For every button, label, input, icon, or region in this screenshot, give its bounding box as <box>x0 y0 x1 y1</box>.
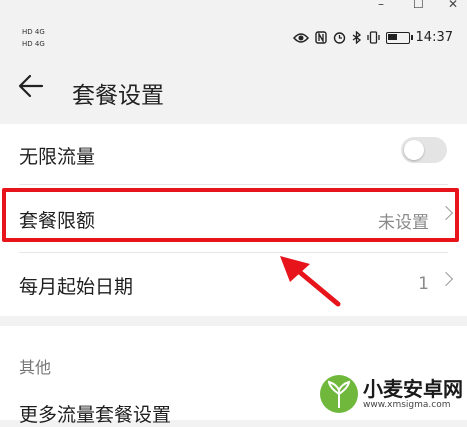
more-packages-label[interactable]: 更多流量套餐设置 <box>19 400 171 427</box>
window-title-bar: – ☐ ✕ <box>0 0 467 14</box>
watermark: 小麦安卓网 www.xmsigma.com <box>319 374 463 414</box>
section-title-other: 其他 <box>19 358 52 377</box>
eye-icon <box>292 32 309 43</box>
battery-icon <box>385 31 413 44</box>
start-date-label: 每月起始日期 <box>19 276 134 298</box>
arrow-left-icon <box>18 74 44 98</box>
page-title: 套餐设置 <box>72 83 164 109</box>
bluetooth-icon <box>352 31 361 44</box>
divider <box>19 184 448 185</box>
watermark-url: www.xmsigma.com <box>363 399 451 410</box>
nfc-icon <box>314 31 327 44</box>
status-icons: 14:37 <box>292 30 453 45</box>
unlimited-data-row[interactable]: 无限流量 <box>0 124 467 190</box>
back-button[interactable] <box>18 72 44 105</box>
vibrate-icon <box>366 31 380 44</box>
start-date-value: 1 <box>418 274 429 294</box>
alarm-icon <box>333 32 345 44</box>
chevron-right-icon <box>438 271 454 287</box>
signal-strength-2: HD 4G <box>22 40 45 48</box>
minimize-button[interactable]: – <box>378 0 384 11</box>
unlimited-data-label: 无限流量 <box>19 146 96 168</box>
close-button[interactable]: ✕ <box>448 0 458 11</box>
watermark-name: 小麦安卓网 <box>363 376 463 401</box>
maximize-button[interactable]: ☐ <box>413 0 424 11</box>
leaf-logo-icon <box>320 375 358 413</box>
highlight-box <box>2 188 459 242</box>
start-date-row[interactable]: 每月起始日期 1 <box>0 252 467 318</box>
unlimited-data-toggle[interactable] <box>401 137 447 163</box>
annotation-arrow-icon <box>280 256 341 307</box>
toggle-knob <box>404 140 424 160</box>
signal-strength-1: HD 4G <box>22 28 45 36</box>
status-bar: HD 4G HD 4G 14:37 <box>0 14 467 54</box>
status-time: 14:37 <box>415 30 453 45</box>
page-header: 套餐设置 <box>0 62 467 118</box>
